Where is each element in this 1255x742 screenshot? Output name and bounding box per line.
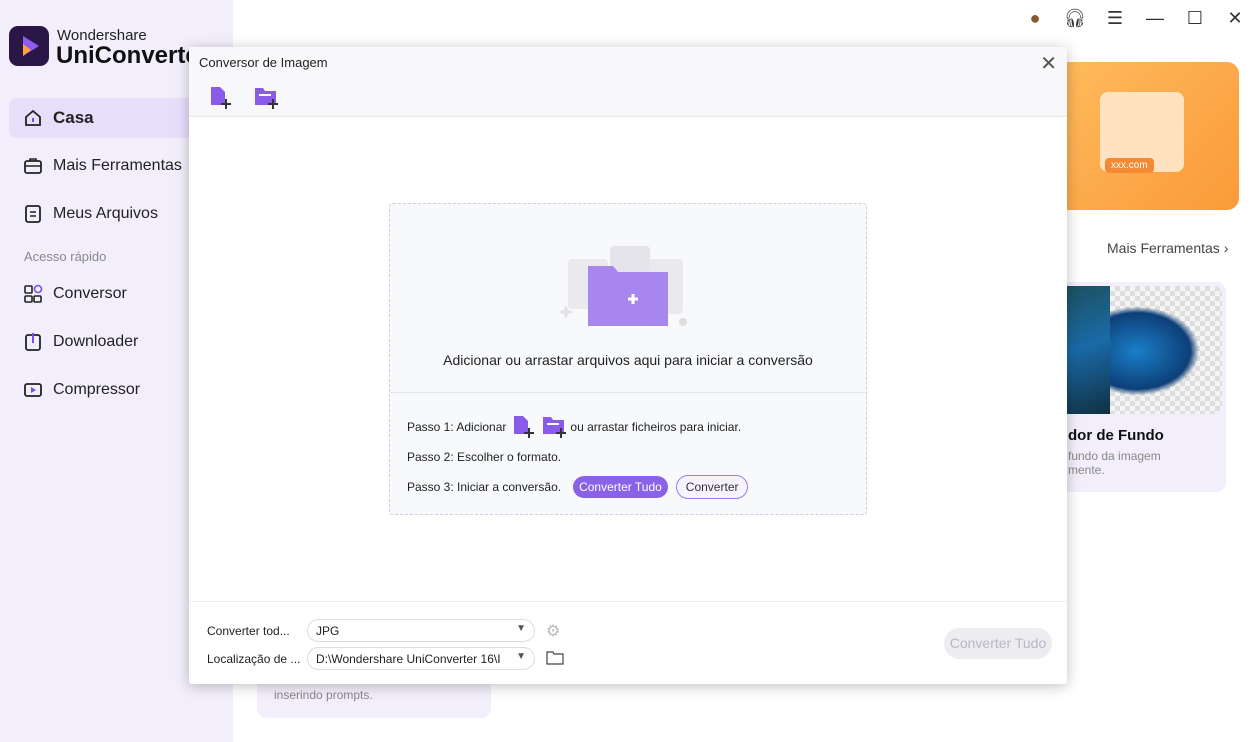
butterfly-image xyxy=(1040,286,1222,414)
sidebar-item-downloader[interactable]: Downloader xyxy=(9,322,209,362)
card-desc: fundo da imagem mente. xyxy=(1068,449,1161,477)
step-1: Passo 1: Adicionar ou arrastar ficheiros… xyxy=(407,414,741,440)
sidebar-item-meus-arquivos[interactable]: Meus Arquivos xyxy=(9,194,209,234)
home-icon xyxy=(23,108,43,128)
sidebar-item-label: Conversor xyxy=(53,285,127,302)
maximize-icon[interactable]: ☐ xyxy=(1175,8,1215,29)
banner-url: xxx.com xyxy=(1105,158,1154,173)
sidebar-item-label: Casa xyxy=(53,108,94,127)
minimize-icon[interactable]: — xyxy=(1135,8,1175,29)
image-converter-dialog: Conversor de Imagem ✕ Adicionar ou arras… xyxy=(189,47,1067,684)
menu-icon[interactable]: ☰ xyxy=(1095,8,1135,29)
brand-line2: UniConverter xyxy=(56,42,209,69)
chevron-down-icon: ▼ xyxy=(516,623,526,634)
drop-zone[interactable]: Adicionar ou arrastar arquivos aqui para… xyxy=(389,203,867,515)
bg-remover-card[interactable]: dor de Fundo fundo da imagem mente. xyxy=(1040,282,1226,492)
convert-button[interactable]: Converter xyxy=(675,475,749,499)
location-select[interactable]: D:\Wondershare UniConverter 16\I ▼ xyxy=(307,647,535,670)
add-file-icon[interactable] xyxy=(512,414,538,440)
window-controls: ● 🎧︎ ☰ — ☐ ✕ xyxy=(1015,0,1255,36)
dialog-title: Conversor de Imagem xyxy=(199,55,328,70)
sidebar-item-conversor[interactable]: Conversor xyxy=(9,274,209,314)
add-folder-icon[interactable] xyxy=(254,85,282,111)
app-logo xyxy=(9,26,49,66)
sidebar-item-label: Compressor xyxy=(53,381,141,398)
folder-add-illustration xyxy=(558,246,687,326)
downloader-banner[interactable]: xxx.com xyxy=(1040,62,1239,210)
step-2: Passo 2: Escolher o formato. xyxy=(407,450,562,464)
location-label: Localização de ... xyxy=(207,652,301,666)
sidebar-item-mais-ferramentas[interactable]: Mais Ferramentas xyxy=(9,146,209,186)
step-3: Passo 3: Iniciar a conversão. Converter … xyxy=(407,475,749,499)
sidebar-item-compressor[interactable]: Compressor xyxy=(9,370,209,410)
headset-icon[interactable]: 🎧︎ xyxy=(1055,8,1095,29)
add-file-icon[interactable] xyxy=(209,85,235,111)
settings-icon[interactable]: ⚙ xyxy=(546,621,560,641)
close-icon[interactable]: ✕ xyxy=(1215,8,1255,29)
footer-convert-all-button[interactable]: Converter Tudo xyxy=(944,628,1052,659)
quick-access-label: Acesso rápido xyxy=(24,249,107,264)
sidebar-item-label: Meus Arquivos xyxy=(53,205,158,222)
close-icon[interactable]: ✕ xyxy=(1040,51,1057,76)
avatar[interactable]: ● xyxy=(1015,8,1055,29)
folder-icon[interactable] xyxy=(546,651,564,665)
sidebar-item-casa[interactable]: Casa xyxy=(9,98,209,138)
drop-message: Adicionar ou arrastar arquivos aqui para… xyxy=(443,352,813,368)
compress-icon xyxy=(23,380,43,400)
format-label: Converter tod... xyxy=(207,624,290,638)
toolbox-icon xyxy=(23,156,43,176)
format-select[interactable]: JPG ▼ xyxy=(307,619,535,642)
more-tools-link[interactable]: Mais Ferramentas › xyxy=(1107,240,1228,256)
converter-icon xyxy=(23,284,43,304)
convert-all-button[interactable]: Converter Tudo xyxy=(573,476,668,498)
chevron-down-icon: ▼ xyxy=(513,651,526,662)
file-icon xyxy=(23,204,43,224)
download-icon xyxy=(23,332,43,352)
sidebar-item-label: Downloader xyxy=(53,333,139,350)
card-title: dor de Fundo xyxy=(1068,427,1164,444)
add-folder-icon[interactable] xyxy=(542,414,570,440)
sidebar-item-label: Mais Ferramentas xyxy=(53,157,182,174)
